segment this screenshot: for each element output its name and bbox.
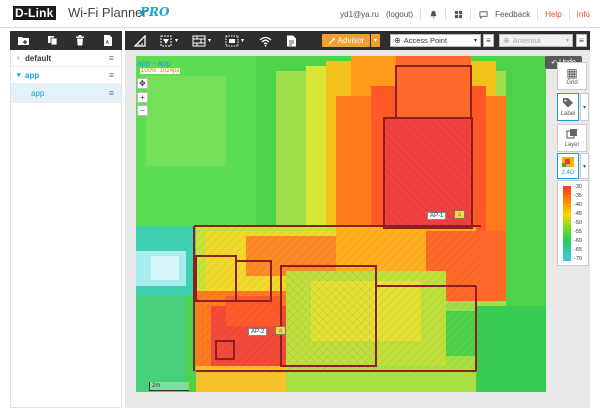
feedback-link[interactable]: Feedback [495,10,530,19]
access-point-select[interactable]: ⊕ Access Point ▾ [390,34,481,47]
scale-bar: 2m [149,382,189,391]
legend-tick: -55 [574,229,582,235]
product-suffix: PRO [140,5,170,19]
header-right: yd1@ya.ru (logout) Feedback Help Info [340,8,590,20]
hamburger-menu-icon[interactable]: ≡ [109,67,114,84]
ruler-icon[interactable] [134,31,146,50]
floorplan-canvas[interactable]: app - app 100%: 1024px ✥ + − AP-1 ⌂ AP-2… [125,50,590,408]
heatmap-icon [562,156,574,170]
wall-grid-icon[interactable]: ▾ [192,31,211,50]
chevron-right-icon[interactable]: › [17,50,19,67]
grid-label: Grid [566,79,578,86]
band-label: 2.4G [561,169,575,176]
canvas-breadcrumb: app - app [137,59,171,68]
help-link[interactable]: Help [545,10,561,19]
legend-tick: -40 [574,202,582,208]
access-point-menu-icon[interactable]: ≡ [483,34,494,47]
layer-button[interactable]: Layer [557,124,587,152]
tree-group-default[interactable]: › default ≡ [11,50,121,67]
advisor-dropdown[interactable]: ▾ [371,34,380,47]
info-link[interactable]: Info [577,10,590,19]
copy-icon[interactable] [38,31,66,50]
legend-tick: -60 [574,238,582,244]
tag-icon [562,97,574,111]
zoom-in-button[interactable]: + [137,92,148,103]
label-toggle-button[interactable]: Label [557,93,579,121]
hamburger-menu-icon[interactable]: ≡ [109,50,114,67]
move-icon[interactable]: ✥ [137,78,148,89]
legend-tick: -35 [574,193,582,199]
tree-floor-app[interactable]: app ≡ [11,84,121,103]
access-point-select-value: Access Point [403,36,448,45]
legend-tick: -30 [574,184,582,190]
tree-label: default [25,54,52,63]
hamburger-menu-icon[interactable]: ≡ [109,84,114,103]
chevron-down-icon[interactable]: ▾ [17,67,21,84]
app-header: D-Link Wi-Fi Planner PRO yd1@ya.ru (logo… [0,0,600,28]
document-icon[interactable]: A [94,31,122,50]
access-point-icon[interactable]: ⌂ [275,326,286,335]
band-button[interactable]: 2.4G [557,153,579,179]
antenna-menu-icon[interactable]: ≡ [576,34,587,47]
folder-add-icon[interactable] [10,31,38,50]
layers-icon [566,128,578,142]
layer-label: Layer [564,142,580,148]
signal-gradient-bar [563,186,571,261]
legend-tick: -65 [574,247,582,253]
advisor-label: Advisor [337,36,365,45]
product-name: Wi-Fi Planner [68,5,147,20]
signal-select-icon[interactable]: ▾ [160,31,178,50]
grid-toggle-button[interactable]: ▦ Grid [557,62,587,90]
project-toolbar: A [10,31,122,50]
access-point-label[interactable]: AP-2 [248,328,268,336]
signal-legend: -30 -35 -40 -45 -50 -55 -60 -65 -70 [557,180,589,266]
band-dropdown[interactable]: ▾ [580,153,589,179]
grid-icon: ▦ [566,65,578,80]
user-email: yd1@ya.ru [340,9,379,19]
advisor-button[interactable]: Advisor [322,34,370,47]
zoom-out-button[interactable]: − [137,105,148,116]
chat-icon [478,9,488,19]
tree-label: app [25,71,40,80]
wand-icon [328,37,336,44]
antenna-select[interactable]: ⊕ Antenna ▾ [499,34,573,47]
tree-label: app [31,89,45,98]
label-label: Label [560,111,576,117]
canvas-scale-note: 100%: 1024px [140,68,181,74]
label-dropdown[interactable]: ▾ [580,93,589,121]
report-icon[interactable] [286,31,297,50]
add-circle-icon: ⊕ [394,36,401,45]
logout-link[interactable]: (logout) [386,10,413,19]
wifi-icon[interactable] [259,31,272,50]
bell-icon[interactable] [428,9,438,19]
brand-logo: D-Link [13,6,56,20]
project-tree: › default ≡ ▾ app ≡ app ≡ [10,50,122,408]
main-toolbar: ▾ ▾ ▾ Advisor ▾ ⊕ Access Point ▾ ≡ ⊕ Ant… [125,31,590,50]
legend-tick: -45 [574,211,582,217]
grid-icon[interactable] [453,9,463,19]
scale-label: 2m [152,383,161,389]
trash-icon[interactable] [66,31,94,50]
area-grid-icon[interactable]: ▾ [225,31,244,50]
legend-tick: -70 [574,256,582,262]
legend-tick: -50 [574,220,582,226]
antenna-select-value: Antenna [512,36,541,45]
access-point-icon[interactable]: ⌂ [454,210,465,219]
signal-heatmap[interactable] [136,56,546,392]
add-circle-icon: ⊕ [503,36,510,45]
tree-group-app[interactable]: ▾ app ≡ [11,67,121,84]
access-point-label[interactable]: AP-1 [427,212,447,220]
